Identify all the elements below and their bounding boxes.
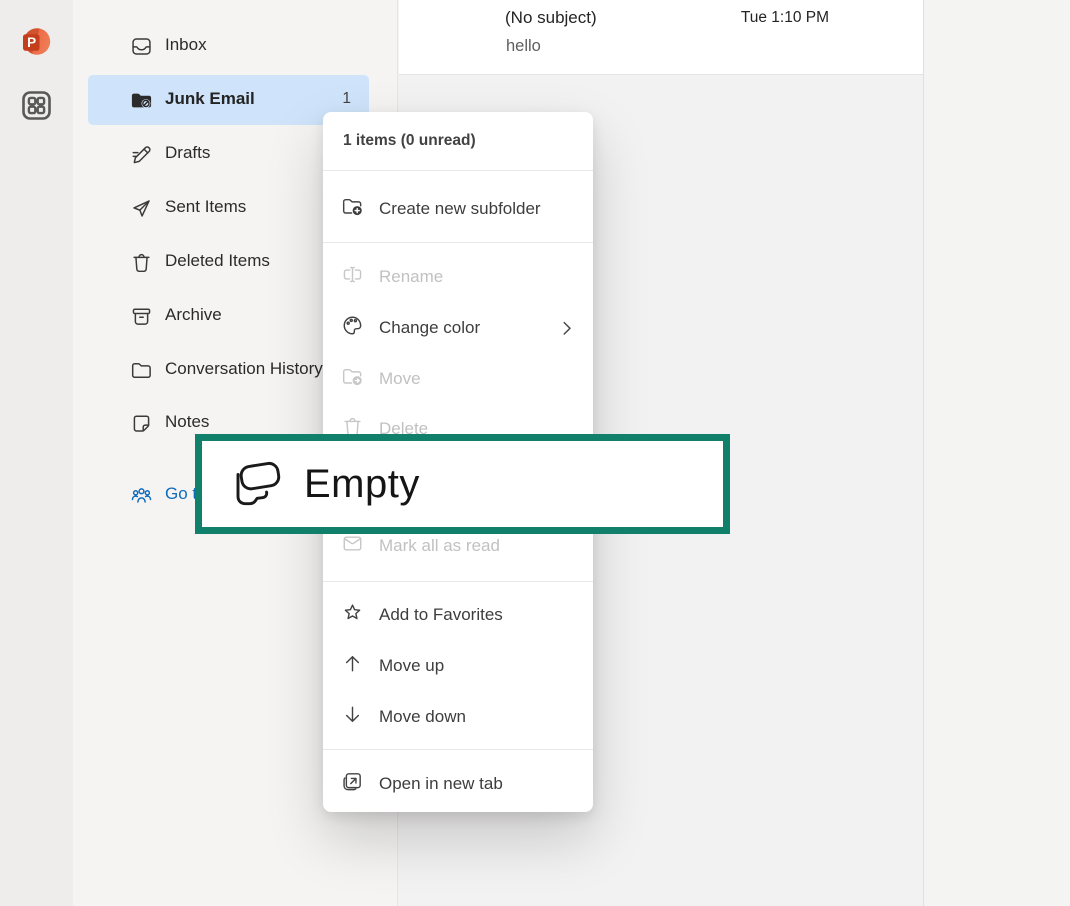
annotation-empty-highlight[interactable]: Empty: [195, 434, 730, 534]
menu-item-move-up[interactable]: Move up: [323, 641, 593, 691]
message-preview: hello: [506, 37, 541, 56]
drafts-icon: [130, 143, 153, 166]
menu-divider: [323, 581, 593, 582]
menu-item-label: Move down: [379, 707, 466, 727]
message-subject: (No subject): [505, 8, 597, 28]
empty-folder-icon: [228, 457, 284, 511]
app-rail: P: [0, 0, 73, 906]
unread-count: 1: [342, 90, 351, 108]
notes-icon: [130, 412, 153, 435]
reading-pane: [923, 0, 1070, 906]
sidebar-item-inbox[interactable]: Inbox: [73, 19, 397, 73]
sidebar-item-label: Conversation History: [165, 359, 323, 379]
chevron-right-icon: [557, 318, 577, 343]
annotation-label: Empty: [304, 462, 420, 507]
mail-icon: [341, 532, 364, 560]
menu-item-label: Mark all as read: [379, 536, 500, 556]
sidebar-item-label: Notes: [165, 412, 209, 432]
folder-item-count: 1 items (0 unread): [343, 132, 476, 150]
outlook-window: P Inbox: [0, 0, 1070, 906]
sidebar-item-label: Archive: [165, 305, 222, 325]
menu-item-label: Open in new tab: [379, 774, 503, 794]
arrow-up-icon: [341, 652, 364, 680]
folder-move-icon: [341, 365, 364, 393]
folder-icon: [130, 359, 153, 382]
menu-item-move-down[interactable]: Move down: [323, 692, 593, 742]
message-list-item[interactable]: (No subject) Tue 1:10 PM hello: [399, 0, 923, 75]
menu-item-label: Move up: [379, 656, 444, 676]
sidebar-item-label: Inbox: [165, 35, 207, 55]
menu-item-label: Add to Favorites: [379, 605, 503, 625]
menu-divider: [323, 170, 593, 171]
rename-icon: [341, 263, 364, 291]
menu-item-label: Rename: [379, 267, 443, 287]
menu-item-add-to-favorites[interactable]: Add to Favorites: [323, 590, 593, 640]
svg-text:P: P: [27, 35, 36, 50]
app-launcher-icon[interactable]: [20, 89, 53, 122]
inbox-icon: [130, 35, 153, 58]
menu-divider: [323, 749, 593, 750]
menu-item-open-in-new-tab[interactable]: Open in new tab: [323, 759, 593, 809]
menu-divider: [323, 242, 593, 243]
arrow-down-icon: [341, 703, 364, 731]
message-time: Tue 1:10 PM: [741, 9, 829, 27]
folder-add-icon: [341, 195, 364, 223]
groups-icon: [130, 484, 153, 507]
archive-icon: [130, 305, 153, 328]
menu-item-label: Move: [379, 369, 421, 389]
menu-item-create-new-subfolder[interactable]: Create new subfolder: [323, 184, 593, 234]
trash-icon: [130, 251, 153, 274]
palette-icon: [341, 314, 364, 342]
sidebar-item-label: Junk Email: [165, 89, 255, 109]
menu-item-label: Create new subfolder: [379, 199, 541, 219]
star-icon: [341, 601, 364, 629]
powerpoint-icon[interactable]: P: [20, 26, 53, 59]
junk-folder-icon: [130, 89, 153, 112]
menu-item-label: Change color: [379, 318, 480, 338]
menu-item-move[interactable]: Move: [323, 354, 593, 404]
menu-item-rename[interactable]: Rename: [323, 252, 593, 302]
sidebar-item-label: Sent Items: [165, 197, 246, 217]
menu-item-change-color[interactable]: Change color: [323, 303, 593, 353]
sent-icon: [130, 197, 153, 220]
sidebar-item-label: Drafts: [165, 143, 210, 163]
sidebar-item-label: Deleted Items: [165, 251, 270, 271]
open-new-tab-icon: [341, 770, 364, 798]
